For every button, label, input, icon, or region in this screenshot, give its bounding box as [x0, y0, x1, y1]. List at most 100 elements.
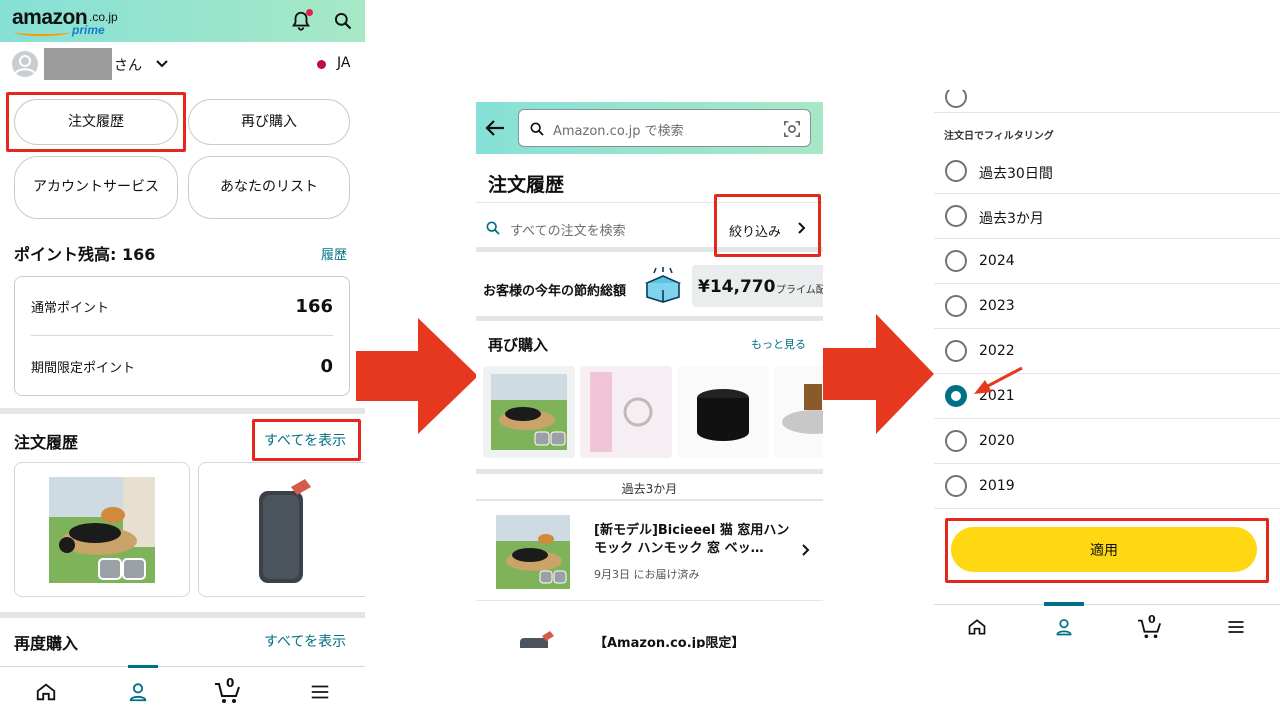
option-label: 過去3か月	[979, 211, 1044, 227]
home-icon[interactable]	[35, 681, 57, 703]
savings-note: プライム配	[776, 285, 823, 296]
logo-prime: prime	[72, 23, 105, 37]
filter-panel: 注文日でフィルタリング 過去30日間 過去3か月 2024 2023 2022 …	[934, 90, 1280, 648]
logo-domain: .co.jp	[89, 10, 118, 24]
gift-box-icon	[645, 267, 681, 303]
user-row[interactable]: さん JA	[0, 42, 365, 86]
points-history-link[interactable]: 履歴	[321, 244, 347, 263]
account-service-button[interactable]: アカウントサービス	[14, 156, 178, 219]
rebuy-view-all-link[interactable]: すべてを表示	[264, 631, 346, 651]
filter-option[interactable]: 2019	[934, 464, 1280, 509]
savings-amount: ¥14,770	[698, 277, 776, 297]
rebuy-section: 再び購入 もっと見る	[476, 324, 823, 474]
filter-option[interactable]: 2020	[934, 419, 1280, 464]
person-icon	[15, 55, 35, 74]
your-lists-button[interactable]: あなたのリスト	[188, 156, 350, 219]
radio-button-selected[interactable]	[945, 385, 967, 407]
tin-image	[774, 366, 823, 458]
search-icon[interactable]	[333, 11, 353, 31]
account-icon[interactable]	[127, 681, 149, 703]
arrow-right-icon	[356, 318, 478, 434]
contact-lens-image	[580, 366, 672, 458]
limited-points-row: 期間限定ポイント 0	[31, 337, 333, 395]
cat-hammock-image	[491, 374, 567, 450]
active-tab-indicator	[128, 665, 158, 668]
points-label: 通常ポイント	[31, 301, 110, 316]
search-input[interactable]: Amazon.co.jp で検索	[518, 109, 811, 147]
divider	[0, 408, 365, 414]
filter-option[interactable]: 過去30日間	[934, 149, 1280, 194]
savings-amount-box: ¥14,770 プライム配	[692, 265, 823, 307]
radio-button[interactable]	[945, 160, 967, 182]
filter-option[interactable]: 2024	[934, 239, 1280, 284]
order-title: 【Amazon.co.jp限定】	[594, 636, 745, 648]
filter-option[interactable]: 2023	[934, 284, 1280, 329]
rebuy-item-tin[interactable]	[774, 366, 823, 458]
search-icon	[530, 122, 544, 136]
radio-button[interactable]	[945, 475, 967, 497]
home-icon[interactable]	[967, 617, 987, 637]
points-card: 通常ポイント 166 期間限定ポイント 0	[14, 276, 350, 396]
chevron-down-icon[interactable]	[155, 57, 169, 71]
camera-scan-icon[interactable]	[783, 120, 801, 138]
rebuy-item-cat-hammock[interactable]	[483, 366, 575, 458]
savings-banner: お客様の今年の節約総額 ¥14,770 プライム配	[476, 257, 823, 321]
cat-hammock-image	[496, 515, 570, 589]
radio-button[interactable]	[945, 90, 967, 108]
portable-ssd-image	[259, 479, 311, 583]
divider	[934, 112, 1280, 113]
back-arrow-icon[interactable]	[485, 119, 505, 137]
page-title: 注文履歴	[488, 174, 565, 196]
orders-section-title: 注文履歴	[14, 433, 79, 452]
search-header: Amazon.co.jp で検索	[476, 102, 823, 154]
radio-button[interactable]	[945, 205, 967, 227]
order-list-item[interactable]: [新モデル]Bicieeel 猫 窓用ハンモック ハンモック 窓 ベッ… 9月3…	[476, 503, 823, 601]
rebuy-item-contact-lens[interactable]	[580, 366, 672, 458]
pointer-arrow-icon	[974, 366, 1023, 394]
highlight-box	[714, 194, 821, 257]
redacted-username	[44, 48, 112, 80]
menu-icon[interactable]	[1226, 617, 1246, 637]
points-title: ポイント残高: 166	[14, 245, 156, 264]
option-label: 2020	[979, 433, 1015, 449]
active-tab-indicator	[1044, 602, 1084, 606]
cat-hammock-image	[49, 477, 155, 583]
filter-option[interactable]: 過去3か月	[934, 194, 1280, 239]
highlight-box	[6, 92, 186, 152]
order-status: 9月3日 にお届け済み	[594, 568, 700, 581]
app-header: amazon .co.jp prime	[0, 0, 365, 42]
rebuy-item-jar[interactable]	[677, 366, 769, 458]
order-list-item[interactable]: 【Amazon.co.jp限定】	[476, 602, 823, 648]
buy-again-button[interactable]: 再び購入	[188, 99, 350, 145]
period-label: 過去3か月	[476, 477, 823, 501]
portable-ssd-image	[520, 631, 554, 648]
filter-section-title: 注文日でフィルタリング	[944, 131, 1054, 142]
black-jar-image	[677, 366, 769, 458]
search-placeholder: Amazon.co.jp で検索	[553, 124, 684, 139]
points-value: 166	[295, 296, 333, 317]
language-label[interactable]: JA	[337, 55, 350, 71]
flag-icon	[317, 60, 326, 69]
bottom-nav: 0	[934, 602, 1280, 648]
account-icon[interactable]	[1054, 617, 1074, 637]
option-label: 2024	[979, 253, 1015, 269]
regular-points-row: 通常ポイント 166	[31, 278, 333, 336]
order-card-ssd[interactable]	[198, 462, 365, 597]
name-suffix: さん	[114, 58, 142, 74]
notification-dot	[306, 9, 313, 16]
radio-button[interactable]	[945, 250, 967, 272]
menu-icon[interactable]	[309, 681, 331, 703]
rebuy-more-link[interactable]: もっと見る	[751, 336, 806, 352]
option-label: 過去30日間	[979, 166, 1053, 182]
radio-button[interactable]	[945, 295, 967, 317]
savings-label: お客様の今年の節約総額	[483, 284, 627, 299]
order-history-panel: Amazon.co.jp で検索 注文履歴 すべての注文を検索 絞り込み お客様…	[476, 102, 823, 648]
search-icon	[486, 221, 500, 235]
order-search-input[interactable]: すべての注文を検索	[510, 220, 626, 239]
avatar	[12, 51, 38, 77]
radio-button[interactable]	[945, 340, 967, 362]
order-card-cat-hammock[interactable]	[14, 462, 190, 597]
highlight-box	[945, 518, 1269, 583]
radio-button[interactable]	[945, 430, 967, 452]
option-label: 2023	[979, 298, 1015, 314]
